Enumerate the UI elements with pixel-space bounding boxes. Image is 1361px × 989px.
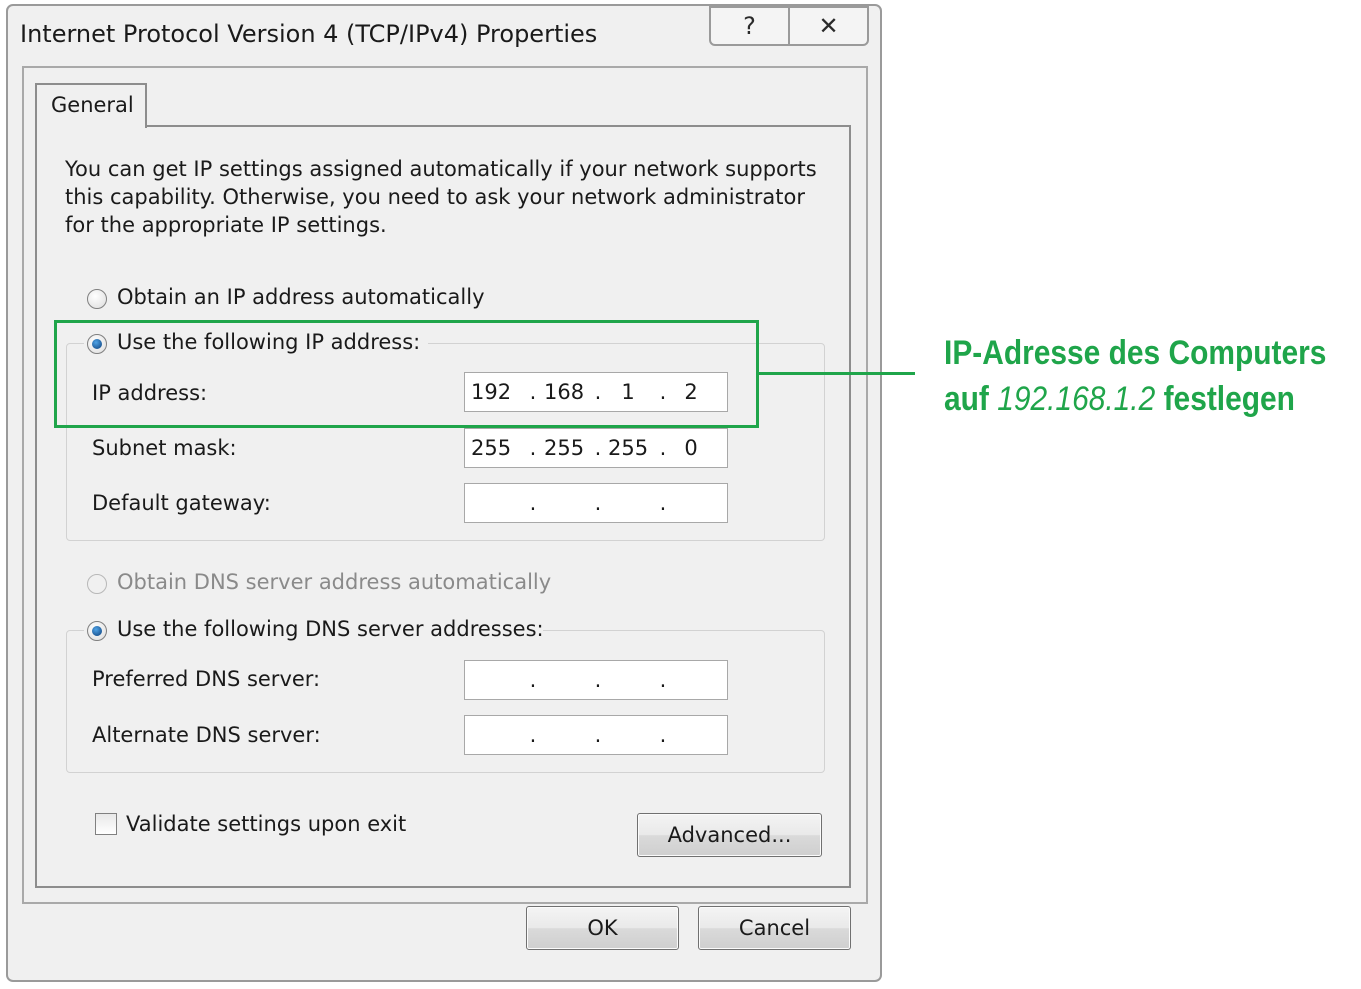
radio-dns-manual-label: Use the following DNS server addresses: xyxy=(117,617,544,641)
close-icon: ✕ xyxy=(818,12,839,40)
octet: 255 xyxy=(471,436,512,460)
radio-dns-auto[interactable] xyxy=(87,574,107,594)
tab-general[interactable]: General xyxy=(35,83,147,128)
annotation-connector-line xyxy=(759,372,915,375)
preferred-dns-label: Preferred DNS server: xyxy=(92,667,321,691)
octet-dot: . xyxy=(594,668,602,692)
annotation-suffix: festlegen xyxy=(1163,380,1295,418)
tab-general-label: General xyxy=(51,93,134,117)
subnet-mask-input[interactable]: 255 . 255 . 255 . 0 xyxy=(464,428,728,468)
octet-dot: . xyxy=(529,723,537,747)
preferred-dns-input[interactable]: . . . xyxy=(464,660,728,700)
radio-dns-manual[interactable] xyxy=(87,621,107,641)
cancel-button[interactable]: Cancel xyxy=(698,906,851,950)
octet-dot: . xyxy=(529,436,537,460)
octet: 255 xyxy=(544,436,585,460)
octet-dot: . xyxy=(659,491,667,515)
octet: 255 xyxy=(608,436,649,460)
default-gateway-label: Default gateway: xyxy=(92,491,271,515)
close-button[interactable]: ✕ xyxy=(788,8,867,44)
octet-dot: . xyxy=(659,668,667,692)
radio-dns-auto-label: Obtain DNS server address automatically xyxy=(117,570,552,594)
octet: 0 xyxy=(684,436,698,460)
radio-ip-auto-label: Obtain an IP address automatically xyxy=(117,285,485,309)
octet-dot: . xyxy=(594,723,602,747)
subnet-mask-label: Subnet mask: xyxy=(92,436,237,460)
advanced-button[interactable]: Advanced... xyxy=(637,813,822,857)
octet-dot: . xyxy=(594,491,602,515)
octet-dot: . xyxy=(659,436,667,460)
annotation-highlight-box xyxy=(54,320,759,428)
ok-button[interactable]: OK xyxy=(526,906,679,950)
default-gateway-input[interactable]: . . . xyxy=(464,483,728,523)
validate-checkbox[interactable] xyxy=(95,813,117,835)
radio-ip-auto[interactable] xyxy=(87,289,107,309)
annotation-prefix: auf xyxy=(944,380,989,418)
caption-buttons: ? ✕ xyxy=(709,6,869,46)
alternate-dns-input[interactable]: . . . xyxy=(464,715,728,755)
annotation-ip-value: 192.168.1.2 xyxy=(997,380,1156,418)
annotation-line-1: IP-Adresse des Computers xyxy=(944,334,1327,372)
octet-dot: . xyxy=(659,723,667,747)
intro-text: You can get IP settings assigned automat… xyxy=(65,157,817,237)
window-title: Internet Protocol Version 4 (TCP/IPv4) P… xyxy=(20,20,598,48)
octet-dot: . xyxy=(529,491,537,515)
help-button[interactable]: ? xyxy=(711,8,788,44)
question-icon: ? xyxy=(743,12,756,40)
annotation-callout: IP-Adresse des Computers auf 192.168.1.2… xyxy=(944,330,1326,422)
octet-dot: . xyxy=(594,436,602,460)
alternate-dns-label: Alternate DNS server: xyxy=(92,723,321,747)
octet-dot: . xyxy=(529,668,537,692)
annotation-line-2: auf 192.168.1.2 festlegen xyxy=(944,376,1326,422)
validate-checkbox-label: Validate settings upon exit xyxy=(126,812,407,836)
